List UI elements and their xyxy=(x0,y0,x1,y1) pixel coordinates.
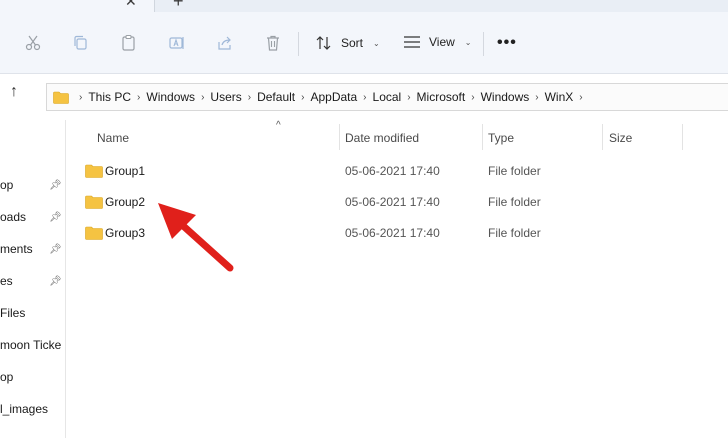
nav-item-label: oads xyxy=(0,210,27,224)
address-row: ↑ › This PC › Windows › Users › Default › Ap… xyxy=(0,75,728,120)
toolbar-separator xyxy=(298,32,299,56)
close-tab-icon[interactable]: ✕ xyxy=(125,0,137,10)
nav-item-downloads[interactable]: oads 📌︎ xyxy=(0,208,65,226)
view-label: View xyxy=(429,35,455,49)
breadcrumb-microsoft[interactable]: Microsoft › xyxy=(417,90,481,104)
pin-icon[interactable]: 📌︎ xyxy=(49,244,62,255)
file-date-modified: 05-06-2021 17:40 xyxy=(345,164,440,178)
nav-item-pictures[interactable]: es 📌︎ xyxy=(0,272,65,290)
address-bar[interactable]: › This PC › Windows › Users › Default › AppD… xyxy=(46,83,728,111)
nav-item-label: op xyxy=(0,370,14,384)
breadcrumb-windows-2[interactable]: Windows › xyxy=(481,90,545,104)
nav-item-label: l_images xyxy=(0,402,49,416)
paste-icon[interactable] xyxy=(120,34,138,52)
column-header-type[interactable]: Type xyxy=(488,131,514,145)
file-type: File folder xyxy=(488,226,541,240)
file-date-modified: 05-06-2021 17:40 xyxy=(345,226,440,240)
sort-icon xyxy=(316,36,331,50)
rename-icon[interactable] xyxy=(168,34,186,52)
toolbar-separator xyxy=(483,32,484,56)
breadcrumb-users[interactable]: Users › xyxy=(210,90,257,104)
breadcrumb-separator[interactable]: › xyxy=(73,92,88,103)
column-header-size[interactable]: Size xyxy=(609,131,632,145)
nav-item-desktop[interactable]: op 📌︎ xyxy=(0,176,65,194)
copy-icon[interactable] xyxy=(72,34,90,52)
sort-label: Sort xyxy=(341,36,364,50)
breadcrumb-local[interactable]: Local › xyxy=(373,90,417,104)
sort-ascending-icon: ^ xyxy=(276,120,281,131)
nav-item-label: Files xyxy=(0,306,26,320)
nav-item-files[interactable]: Files xyxy=(0,304,65,322)
column-divider[interactable] xyxy=(339,124,340,150)
file-name: Group3 xyxy=(105,226,146,240)
command-bar: Sort ⌄ View ⌄ ••• xyxy=(0,12,728,74)
pin-icon[interactable]: 📌︎ xyxy=(49,276,62,287)
file-name: Group1 xyxy=(105,164,146,178)
breadcrumb-winx[interactable]: WinX › xyxy=(545,90,589,104)
nav-item-label: op xyxy=(0,178,14,192)
list-item[interactable]: Group1 05-06-2021 17:40 File folder xyxy=(66,156,728,186)
file-name: Group2 xyxy=(105,195,146,209)
delete-icon[interactable] xyxy=(264,34,282,52)
nav-item-label: ments xyxy=(0,242,33,256)
annotation-arrow xyxy=(158,203,234,272)
tab-strip: ✕ + xyxy=(0,0,728,12)
pin-icon[interactable]: 📌︎ xyxy=(49,180,62,191)
up-arrow-icon[interactable]: ↑ xyxy=(10,83,18,101)
folder-icon xyxy=(85,195,103,209)
breadcrumb-this-pc[interactable]: This PC › xyxy=(88,90,146,104)
view-button[interactable]: View ⌄ xyxy=(403,35,472,49)
more-icon[interactable]: ••• xyxy=(497,34,517,52)
nav-item-label: moon Ticke xyxy=(0,338,62,352)
breadcrumb-appdata[interactable]: AppData › xyxy=(310,90,372,104)
nav-item-desktop-2[interactable]: op xyxy=(0,368,65,386)
column-header-name[interactable]: Name xyxy=(97,131,129,145)
folder-icon xyxy=(85,226,103,240)
breadcrumb-default[interactable]: Default › xyxy=(257,90,310,104)
view-icon xyxy=(404,36,420,48)
pin-icon[interactable]: 📌︎ xyxy=(49,212,62,223)
cut-icon[interactable] xyxy=(24,34,42,52)
column-divider[interactable] xyxy=(602,124,603,150)
chevron-down-icon: ⌄ xyxy=(373,38,380,48)
folder-icon xyxy=(85,164,103,178)
share-icon[interactable] xyxy=(216,34,234,52)
breadcrumb-windows[interactable]: Windows › xyxy=(146,90,210,104)
column-header-date-modified[interactable]: Date modified xyxy=(345,131,419,145)
column-divider[interactable] xyxy=(682,124,683,150)
column-divider[interactable] xyxy=(482,124,483,150)
folder-icon xyxy=(53,91,69,104)
nav-item-documents[interactable]: ments 📌︎ xyxy=(0,240,65,258)
nav-item-honeymoon-tickets[interactable]: moon Ticke xyxy=(0,336,65,354)
nav-item-label: es xyxy=(0,274,13,288)
file-type: File folder xyxy=(488,195,541,209)
sort-button[interactable]: Sort ⌄ xyxy=(315,35,380,51)
new-tab-icon[interactable]: + xyxy=(173,0,184,12)
nav-item-images[interactable]: l_images xyxy=(0,400,65,418)
navigation-pane: op 📌︎ oads 📌︎ ments 📌︎ es 📌︎ Files moon … xyxy=(0,120,66,438)
file-date-modified: 05-06-2021 17:40 xyxy=(345,195,440,209)
chevron-down-icon: ⌄ xyxy=(464,37,472,47)
file-type: File folder xyxy=(488,164,541,178)
column-header-row: ^ Name Date modified Type Size xyxy=(66,120,728,156)
